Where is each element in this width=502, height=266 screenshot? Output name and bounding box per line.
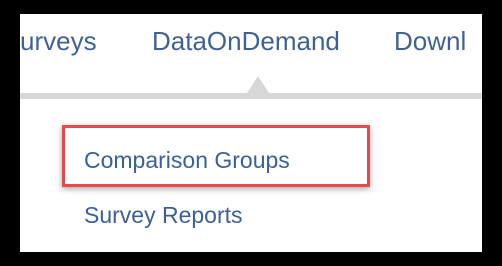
screenshot-frame: urveys DataOnDemand Downl Comparison Gro… [20,14,482,252]
nav-item-surveys[interactable]: urveys [20,26,97,56]
menu-item-comparison-groups[interactable]: Comparison Groups [84,146,290,174]
nav-item-dataondemand[interactable]: DataOnDemand [152,26,340,56]
menu-item-survey-reports[interactable]: Survey Reports [84,201,243,229]
nav-item-downloads[interactable]: Downl [394,26,466,56]
dropdown-caret-icon [247,76,269,93]
dropdown-top-bar [20,93,482,99]
